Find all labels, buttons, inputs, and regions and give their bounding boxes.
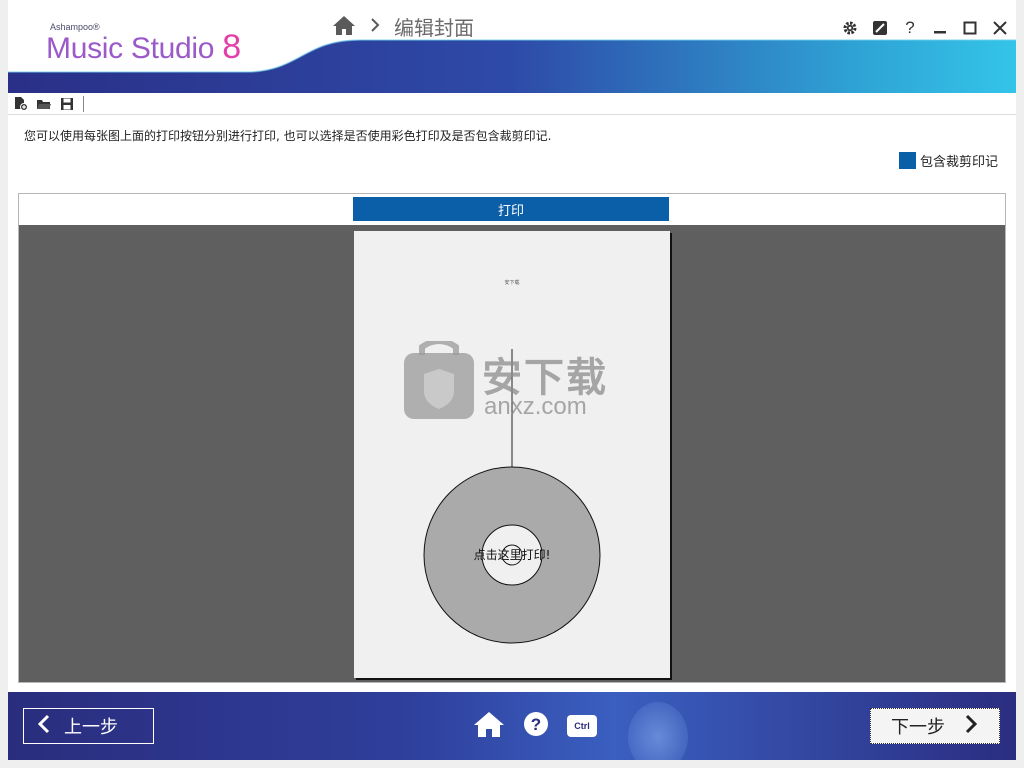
next-button[interactable]: 下一步 — [870, 708, 1000, 744]
next-label: 下一步 — [891, 717, 945, 738]
logo-product-name: Music Studio — [46, 32, 223, 65]
crop-marks-label: 包含裁剪印记 — [919, 155, 998, 170]
open-folder-icon[interactable] — [35, 95, 52, 112]
footer-icons: ? Ctrl — [473, 710, 597, 742]
new-file-icon[interactable] — [12, 95, 29, 112]
back-button[interactable]: 上一步 — [23, 708, 154, 744]
chevron-left-icon — [37, 714, 50, 739]
toolbar — [8, 93, 1016, 115]
toolbar-divider — [83, 95, 84, 112]
home-icon[interactable] — [473, 710, 505, 742]
minimize-icon[interactable] — [930, 18, 950, 38]
back-label: 上一步 — [64, 717, 118, 738]
maximize-icon[interactable] — [960, 18, 980, 38]
watermark: 安下载 anxz.com — [404, 338, 620, 429]
window-controls: ? — [840, 18, 1010, 38]
header: Ashampoo® Music Studio 8 编辑封面 ? — [0, 0, 1024, 93]
page-title: 编辑封面 — [394, 16, 474, 40]
logo-product: Music Studio 8 — [46, 28, 241, 67]
chevron-right-icon — [370, 17, 380, 36]
help-icon[interactable]: ? — [900, 18, 920, 38]
watermark-en: anxz.com — [484, 393, 587, 420]
logo-version: 8 — [222, 28, 241, 66]
chevron-right-icon — [965, 714, 978, 739]
close-icon[interactable] — [990, 18, 1010, 38]
footer-glow — [628, 702, 688, 760]
crop-marks-checkbox[interactable]: 包含裁剪印记 — [898, 151, 998, 170]
disc-print-label[interactable]: 点击这里打印! — [354, 546, 670, 563]
print-bar: 打印 — [19, 194, 1005, 225]
checkbox-box[interactable] — [898, 152, 916, 169]
cover-paper[interactable]: 安下载 安下载 anxz.com 点击这里打印! — [354, 231, 670, 678]
save-icon[interactable] — [58, 95, 75, 112]
disc-graphic[interactable] — [354, 231, 670, 678]
footer: 上一步 ? Ctrl 下一步 — [8, 692, 1016, 760]
skin-icon[interactable] — [870, 18, 890, 38]
print-preview-area: 打印 安下载 安下载 anxz.com 点击这里打印! — [18, 193, 1006, 683]
gear-icon[interactable] — [840, 18, 860, 38]
ctrl-key-icon[interactable]: Ctrl — [567, 715, 597, 737]
help-icon[interactable]: ? — [523, 711, 549, 741]
instruction-text: 您可以使用每张图上面的打印按钮分别进行打印, 也可以选择是否使用彩色打印及是否包… — [24, 129, 552, 143]
breadcrumb: 编辑封面 — [332, 12, 474, 41]
print-button[interactable]: 打印 — [353, 197, 669, 221]
home-icon[interactable] — [332, 14, 356, 40]
svg-text:?: ? — [531, 715, 541, 734]
